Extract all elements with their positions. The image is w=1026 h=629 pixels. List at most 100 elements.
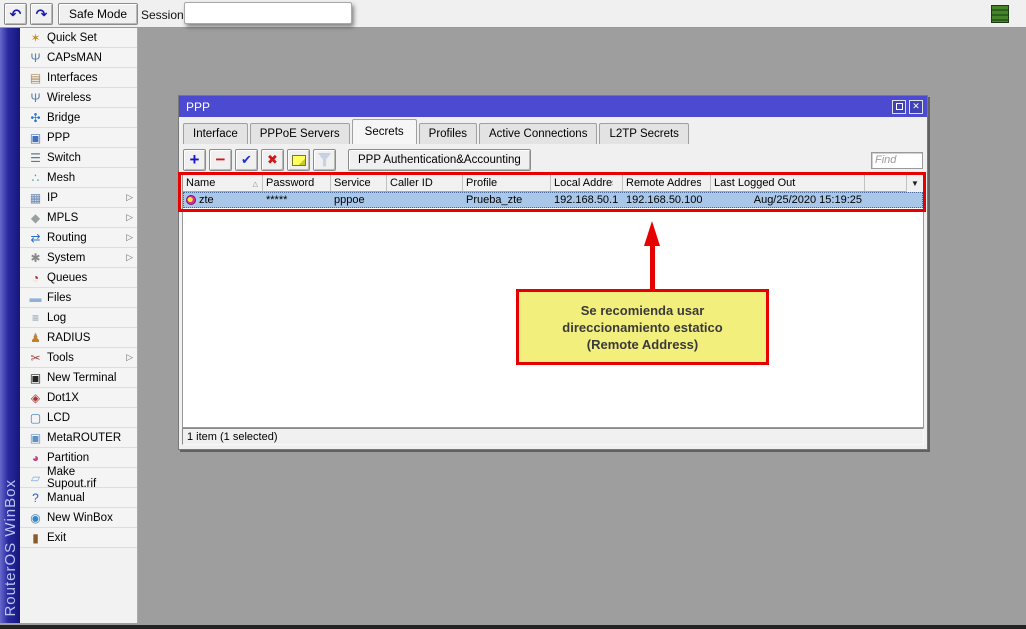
sidebar-item[interactable]: ◉ New WinBox ▷ (20, 508, 137, 528)
sidebar-item-icon: ▮ (27, 532, 44, 544)
sidebar-item-label: Manual (47, 492, 126, 504)
safe-mode-button[interactable]: Safe Mode (58, 3, 138, 25)
sidebar-item-icon: ♟ (27, 332, 44, 344)
tab[interactable]: L2TP Secrets (599, 123, 688, 144)
window-title: PPP (186, 100, 889, 114)
sidebar-item-label: Mesh (47, 172, 126, 184)
sidebar-item-label: Files (47, 292, 126, 304)
sidebar-item-icon: ✱ (27, 252, 44, 264)
sidebar-item-label: Tools (47, 352, 126, 364)
sidebar-item[interactable]: ? Manual ▷ (20, 488, 137, 508)
tab[interactable]: Profiles (419, 123, 477, 144)
sidebar-item[interactable]: ▮ Exit ▷ (20, 528, 137, 548)
column-header[interactable]: Password △ (263, 175, 331, 191)
sidebar-item-label: MetaROUTER (47, 432, 126, 444)
tab[interactable]: PPPoE Servers (250, 123, 350, 144)
table-row[interactable]: zte ***** pppoe Prueba_zte 192.168.50.1 … (183, 192, 923, 208)
column-header[interactable]: Name △ (183, 175, 263, 191)
remove-button[interactable]: − (209, 149, 232, 171)
disable-button[interactable]: ✖ (261, 149, 284, 171)
sidebar-item-label: Interfaces (47, 72, 126, 84)
sidebar-item-label: Bridge (47, 112, 126, 124)
sidebar-item[interactable]: ▢ LCD ▷ (20, 408, 137, 428)
tab-label: Secrets (365, 126, 404, 138)
sidebar-item[interactable]: ▤ Interfaces ▷ (20, 68, 137, 88)
ppp-auth-accounting-label: PPP Authentication&Accounting (358, 154, 521, 166)
sidebar-item-icon: ▬ (27, 292, 44, 304)
sidebar-item[interactable]: ✣ Bridge ▷ (20, 108, 137, 128)
sidebar-item[interactable]: ✂ Tools ▷ (20, 348, 137, 368)
sidebar-item-icon: ◔ (27, 272, 44, 284)
submenu-arrow-icon: ▷ (126, 232, 137, 243)
column-header[interactable]: Local Address △ (551, 175, 623, 191)
winbox-screen: ↶ ↷ Safe Mode Session: RouterOS WinBox ✶… (0, 0, 1026, 629)
sidebar-item[interactable]: Ψ CAPsMAN ▷ (20, 48, 137, 68)
undo-button[interactable]: ↶ (4, 3, 27, 25)
sidebar-item-label: LCD (47, 412, 126, 424)
column-header[interactable]: Profile △ (463, 175, 551, 191)
plus-icon: + (190, 150, 200, 170)
sidebar-item[interactable]: Ψ Wireless ▷ (20, 88, 137, 108)
sidebar-item-icon: ✂ (27, 352, 44, 364)
sidebar-item[interactable]: ◆ MPLS ▷ (20, 208, 137, 228)
restore-icon (896, 103, 903, 110)
sidebar-item[interactable]: ∴ Mesh ▷ (20, 168, 137, 188)
sidebar-item-icon: ✣ (27, 112, 44, 124)
sidebar-item[interactable]: ✱ System ▷ (20, 248, 137, 268)
close-button[interactable]: ✕ (909, 100, 923, 114)
sidebar-item[interactable]: ▣ PPP ▷ (20, 128, 137, 148)
session-input[interactable] (184, 2, 352, 24)
sidebar-item-icon: Ψ (27, 52, 44, 64)
tab-bar: InterfacePPPoE Servers Secrets ProfilesAct… (183, 117, 923, 145)
status-bar: 1 item (1 selected) (182, 428, 924, 445)
sidebar-item-label: RADIUS (47, 332, 126, 344)
sidebar-item-label: New WinBox (47, 512, 126, 524)
column-header[interactable]: Service △ (331, 175, 387, 191)
column-header[interactable]: Last Logged Out △ (711, 175, 865, 191)
sort-icon: △ (253, 180, 260, 188)
submenu-arrow-icon: ▷ (126, 252, 137, 263)
sidebar-item[interactable]: ◈ Dot1X ▷ (20, 388, 137, 408)
sidebar-item[interactable]: ≡ Log ▷ (20, 308, 137, 328)
sidebar-item[interactable]: ☰ Switch ▷ (20, 148, 137, 168)
sidebar-item-icon: Ψ (27, 92, 44, 104)
sidebar-item[interactable]: ▬ Files ▷ (20, 288, 137, 308)
sidebar-item-icon: ◕ (27, 452, 44, 464)
column-header[interactable]: Remote Address △ (623, 175, 711, 191)
ppp-auth-accounting-button[interactable]: PPP Authentication&Accounting (348, 149, 531, 171)
window-titlebar[interactable]: PPP ✕ (179, 96, 927, 117)
sidebar-item-icon: ▢ (27, 412, 44, 424)
find-input[interactable] (871, 152, 923, 169)
sidebar-item[interactable]: ◔ Queues ▷ (20, 268, 137, 288)
sidebar-item[interactable]: ▦ IP ▷ (20, 188, 137, 208)
sidebar-item[interactable]: ▣ MetaROUTER ▷ (20, 428, 137, 448)
sidebar-item[interactable]: ⇄ Routing ▷ (20, 228, 137, 248)
column-header-label: Service (334, 177, 377, 191)
restore-button[interactable] (892, 100, 906, 114)
sidebar-item[interactable]: ♟ RADIUS ▷ (20, 328, 137, 348)
sidebar-item[interactable]: ▣ New Terminal ▷ (20, 368, 137, 388)
table-header-row: Name △ Password △ Service △ Caller ID △ … (183, 175, 923, 192)
comment-button[interactable] (287, 149, 310, 171)
window-toolbar: + − ✔ ✖ PPP Authentication&Accounting (183, 148, 923, 172)
status-text: 1 item (1 selected) (187, 431, 277, 443)
sidebar-item-icon: ▣ (27, 432, 44, 444)
sidebar-item-icon: ◈ (27, 392, 44, 404)
add-button[interactable]: + (183, 149, 206, 171)
sidebar-item-label: Switch (47, 152, 126, 164)
sidebar-item[interactable]: ▱ Make Supout.rif ▷ (20, 468, 137, 488)
filter-button[interactable] (313, 149, 336, 171)
tab[interactable]: Active Connections (479, 123, 597, 144)
submenu-arrow-icon: ▷ (126, 352, 137, 363)
column-header[interactable]: Caller ID △ (387, 175, 463, 191)
sidebar-item[interactable]: ✶ Quick Set ▷ (20, 28, 137, 48)
sidebar-item-label: Log (47, 312, 126, 324)
tab[interactable]: Secrets (352, 119, 417, 144)
redo-button[interactable]: ↷ (30, 3, 53, 25)
enable-button[interactable]: ✔ (235, 149, 258, 171)
sidebar-item-label: Dot1X (47, 392, 126, 404)
funnel-icon (318, 154, 331, 167)
x-icon: ✖ (267, 152, 278, 168)
tab[interactable]: Interface (183, 123, 248, 144)
column-dropdown-button[interactable]: ▼ (906, 175, 923, 192)
